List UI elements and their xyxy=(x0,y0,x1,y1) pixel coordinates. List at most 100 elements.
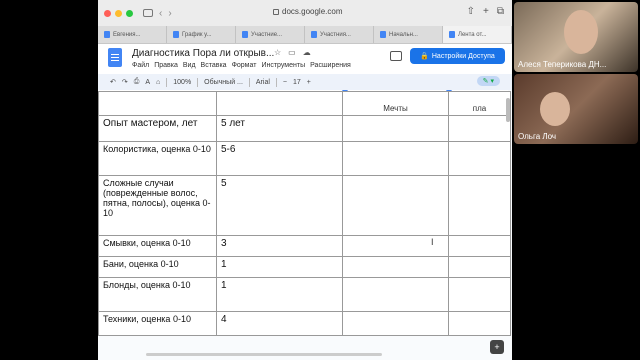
table-cell[interactable]: Опыт мастером, лет xyxy=(98,115,217,142)
browser-tab-active[interactable]: Лента от... xyxy=(443,26,512,43)
table-cell[interactable]: Блонды, оценка 0-10 xyxy=(98,277,217,312)
menu-format[interactable]: Формат xyxy=(232,62,257,69)
table-cell[interactable] xyxy=(448,277,511,312)
table-cell[interactable]: 1 xyxy=(216,277,343,312)
font-size-input[interactable]: 17 xyxy=(293,79,301,86)
zoom-window-button[interactable] xyxy=(126,9,133,17)
table-cell[interactable] xyxy=(448,235,511,257)
table-cell[interactable]: Колористика, оценка 0-10 xyxy=(98,141,217,176)
participant-video-tile[interactable]: Алеся Теперикова ДН... xyxy=(514,2,638,72)
lock-icon: 🔒 xyxy=(420,53,429,60)
table-cell[interactable] xyxy=(216,91,343,116)
menu-view[interactable]: Вид xyxy=(183,62,196,69)
google-docs-logo-icon[interactable] xyxy=(108,48,122,67)
table-row: Бани, оценка 0-10 1 xyxy=(98,256,511,278)
close-window-button[interactable] xyxy=(104,9,111,17)
sidebar-toggle-icon[interactable] xyxy=(143,9,153,17)
move-folder-icon[interactable]: ▭ xyxy=(288,48,296,57)
style-select[interactable]: Обычный ... xyxy=(204,79,243,86)
menu-file[interactable]: Файл xyxy=(132,62,149,69)
browser-tab[interactable]: График у... xyxy=(167,26,236,43)
share-button[interactable]: 🔒 Настройки Доступа xyxy=(410,48,505,64)
table-cell[interactable]: Техники, оценка 0-10 xyxy=(98,311,217,336)
docs-favicon-icon xyxy=(449,31,455,38)
table-cell[interactable] xyxy=(448,141,511,176)
table-row: Мечты пла xyxy=(98,91,511,116)
browser-window: ‹ › docs.google.com ⇧ + ⧉ Евгения... Гра… xyxy=(98,0,512,360)
paint-format-icon[interactable]: ⌂ xyxy=(156,79,160,86)
participant-video-tile[interactable]: Ольга Лоч xyxy=(514,74,638,144)
browser-tab[interactable]: Начальн... xyxy=(374,26,443,43)
decrease-font-size-icon[interactable]: − xyxy=(283,79,287,86)
table-cell[interactable]: 5-6 xyxy=(216,141,343,176)
forward-icon[interactable]: › xyxy=(168,8,171,19)
docs-favicon-icon xyxy=(311,31,317,38)
redo-icon[interactable]: ↷ xyxy=(122,78,128,86)
table-cell[interactable] xyxy=(342,256,449,278)
table-cell[interactable] xyxy=(342,141,449,176)
table-cell[interactable]: 4 xyxy=(216,311,343,336)
zoom-select[interactable]: 100% xyxy=(173,79,191,86)
cloud-status-icon[interactable]: ☁ xyxy=(303,48,311,57)
menu-edit[interactable]: Правка xyxy=(154,62,178,69)
minimize-window-button[interactable] xyxy=(115,9,122,17)
row-label: Бани, оценка 0-10 xyxy=(103,259,179,269)
table-cell[interactable]: 5 xyxy=(216,175,343,236)
spellcheck-icon[interactable]: A xyxy=(145,79,150,86)
table-cell[interactable]: Смывки, оценка 0-10 xyxy=(98,235,217,257)
lock-icon xyxy=(273,8,279,15)
browser-tab[interactable]: Участния... xyxy=(305,26,374,43)
share-icon[interactable]: ⇧ xyxy=(467,6,475,17)
table-header-cell[interactable]: пла xyxy=(448,91,511,116)
increase-font-size-icon[interactable]: + xyxy=(307,79,311,86)
document-title[interactable]: Диагностика Пора ли открыв... xyxy=(132,48,274,59)
address-bar[interactable]: docs.google.com xyxy=(273,7,342,16)
table-cell[interactable] xyxy=(342,311,449,336)
font-select[interactable]: Arial xyxy=(256,79,270,86)
docs-favicon-icon xyxy=(104,31,110,38)
row-label: Техники, оценка 0-10 xyxy=(103,314,191,324)
table-cell[interactable] xyxy=(342,277,449,312)
table-cell[interactable] xyxy=(448,256,511,278)
table-cell[interactable]: 1 xyxy=(216,256,343,278)
table-cell[interactable] xyxy=(448,311,511,336)
document-canvas[interactable]: Мечты пла Опыт мастером, лет 5 лет Колор… xyxy=(98,90,512,360)
browser-tab[interactable]: Участние... xyxy=(236,26,305,43)
header-text: пла xyxy=(472,104,487,113)
tab-overview-icon[interactable]: ⧉ xyxy=(497,6,504,17)
screen-margin-left xyxy=(0,0,98,360)
table-cell[interactable]: 3 xyxy=(216,235,343,257)
table-cell[interactable] xyxy=(342,115,449,142)
table-row: Блонды, оценка 0-10 1 xyxy=(98,277,511,312)
menu-extensions[interactable]: Расширения xyxy=(310,62,351,69)
table-cell[interactable] xyxy=(448,175,511,236)
vertical-scrollbar[interactable] xyxy=(506,98,510,122)
horizontal-scrollbar[interactable] xyxy=(146,353,382,356)
back-icon[interactable]: ‹ xyxy=(159,8,162,19)
table-cell[interactable]: 5 лет xyxy=(216,115,343,142)
table-cell[interactable] xyxy=(448,115,511,142)
editing-mode-icon[interactable]: ✎ ▾ xyxy=(476,76,500,86)
table-cell[interactable]: Бани, оценка 0-10 xyxy=(98,256,217,278)
url-text: docs.google.com xyxy=(282,7,343,16)
print-icon[interactable]: ⎙ xyxy=(134,78,140,86)
table-cell[interactable] xyxy=(342,175,449,236)
star-icon[interactable]: ☆ xyxy=(274,48,281,57)
menu-tools[interactable]: Инструменты xyxy=(261,62,305,69)
text-cursor-icon: I xyxy=(431,237,434,247)
undo-icon[interactable]: ↶ xyxy=(110,78,116,86)
comment-history-icon[interactable] xyxy=(390,51,402,61)
row-label: Смывки, оценка 0-10 xyxy=(103,238,191,248)
menu-insert[interactable]: Вставка xyxy=(201,62,227,69)
toolbar-divider xyxy=(248,77,250,87)
new-tab-icon[interactable]: + xyxy=(483,6,489,17)
browser-tab[interactable]: Евгения... xyxy=(98,26,167,43)
table-header-cell[interactable]: Мечты xyxy=(342,91,449,116)
data-table: Мечты пла Опыт мастером, лет 5 лет Колор… xyxy=(98,91,511,336)
table-cell[interactable]: Сложные случаи (поврежденные волос, пятн… xyxy=(98,175,217,236)
participant-name: Ольга Лоч xyxy=(518,132,557,141)
explore-button[interactable]: + xyxy=(490,340,504,354)
share-button-label: Настройки Доступа xyxy=(431,52,495,60)
table-cell[interactable] xyxy=(98,91,217,116)
table-row: Колористика, оценка 0-10 5-6 xyxy=(98,141,511,176)
